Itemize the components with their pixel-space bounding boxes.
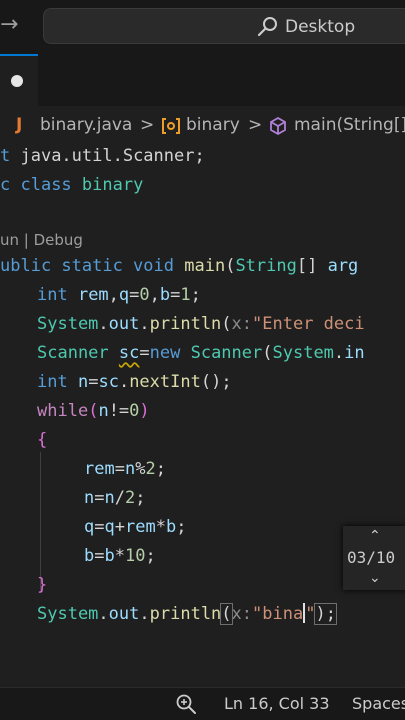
unsaved-dot-icon[interactable]	[11, 75, 23, 87]
code-line-println-2[interactable]: System.out.println(x:"bina ");	[37, 600, 337, 629]
code-line-nextint[interactable]: int n=sc.nextInt();	[37, 368, 232, 397]
zoom-in-icon[interactable]	[175, 693, 197, 715]
codelens-run-debug[interactable]: un | Debug	[0, 226, 83, 255]
code-line-b[interactable]: b=b*10;	[84, 542, 156, 571]
class-icon	[162, 118, 180, 134]
code-line-close-brace[interactable]: }	[37, 571, 47, 600]
breadcrumb-class[interactable]: binary	[186, 113, 240, 137]
code-line-while[interactable]: while(n!=0)	[37, 397, 150, 426]
code-line-q[interactable]: q=q+rem*b;	[84, 513, 186, 542]
method-icon	[270, 116, 286, 136]
code-line-open-brace[interactable]: {	[37, 426, 47, 455]
previous-match-icon[interactable]: ⌃	[369, 528, 381, 544]
cursor-position[interactable]: Ln 16, Col 33	[224, 692, 330, 716]
warning-squiggle[interactable]: sc	[119, 343, 139, 363]
breadcrumb-separator: >	[140, 115, 155, 135]
breadcrumb: J binary.java > binary > main(String[]	[0, 108, 405, 142]
command-center-search[interactable]: Desktop	[43, 8, 405, 44]
code-line-2[interactable]: c class binary	[0, 171, 143, 200]
inlay-hint: x:	[231, 604, 253, 624]
tab-bar	[0, 54, 405, 106]
java-file-icon: J	[16, 115, 23, 135]
code-line-main[interactable]: ublic static void main(String[] arg	[0, 252, 358, 281]
code-line-rem[interactable]: rem=n%2;	[84, 455, 166, 484]
code-line-1[interactable]: t java.util.Scanner;	[0, 142, 205, 171]
code-editor[interactable]: t java.util.Scanner; c class binary un |…	[0, 142, 405, 687]
code-line-scanner[interactable]: Scanner sc=new Scanner(System.in	[37, 339, 365, 368]
next-match-icon[interactable]: ⌄	[369, 570, 381, 586]
title-bar: → Desktop	[0, 0, 405, 54]
breadcrumb-method[interactable]: main(String[]	[294, 113, 405, 137]
indentation-setting[interactable]: Spaces	[352, 692, 405, 716]
code-line-div[interactable]: n=n/2;	[84, 484, 146, 513]
code-line-println-1[interactable]: System.out.println(x:"Enter deci	[37, 310, 365, 339]
arrow-right-icon[interactable]: →	[0, 10, 18, 40]
status-bar: Ln 16, Col 33 Spaces	[0, 687, 405, 720]
breadcrumb-file[interactable]: binary.java	[40, 113, 132, 137]
code-line-decl[interactable]: int rem,q=0,b=1;	[37, 281, 201, 310]
match-count: 03/10	[347, 548, 396, 567]
inlay-hint: x:	[231, 314, 253, 334]
find-widget: ⌃ 03/10 ⌄	[343, 526, 405, 590]
breadcrumb-separator: >	[248, 115, 263, 135]
search-icon	[257, 17, 277, 37]
tab-binary-java[interactable]	[0, 54, 38, 106]
search-label: Desktop	[285, 17, 356, 37]
